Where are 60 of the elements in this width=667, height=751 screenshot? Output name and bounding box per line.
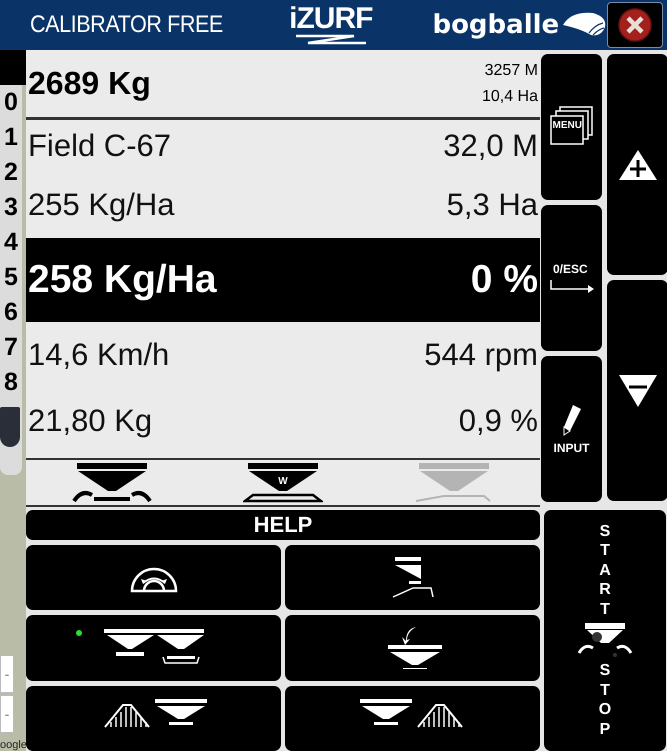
app-title: CALIBRATOR FREE bbox=[30, 11, 224, 39]
brand-text: bogballe bbox=[432, 10, 560, 40]
reading-row[interactable]: 21,80 Kg 0,9 % bbox=[26, 388, 540, 454]
menu-button[interactable]: MENU bbox=[541, 54, 602, 200]
reading-value: 0,9 % bbox=[458, 403, 538, 439]
stacked-pages-icon bbox=[548, 106, 594, 146]
scale-mark: 1 bbox=[3, 122, 19, 153]
reading-value: 21,80 Kg bbox=[28, 403, 152, 439]
scale-cap bbox=[0, 50, 26, 85]
reading-value: 0 % bbox=[470, 258, 538, 302]
close-icon bbox=[618, 8, 652, 42]
function-button[interactable] bbox=[26, 686, 281, 751]
distance-value: 3257 M bbox=[484, 62, 538, 80]
reading-value: 544 rpm bbox=[424, 337, 538, 373]
hopper-icon bbox=[390, 556, 434, 599]
minus-triangle-icon bbox=[618, 374, 656, 406]
decrease-button[interactable] bbox=[607, 280, 667, 501]
reading-value: 32,0 M bbox=[443, 128, 538, 164]
scale-mark: 6 bbox=[3, 297, 19, 328]
reading-row[interactable]: 14,6 Km/h 544 rpm bbox=[26, 322, 540, 388]
scale-mark: 0 bbox=[3, 87, 19, 118]
spreader-icon bbox=[577, 623, 633, 658]
scale-mark: 7 bbox=[3, 332, 19, 363]
total-weight: 2689 Kg bbox=[28, 65, 151, 102]
scale-mark: 5 bbox=[3, 262, 19, 293]
spreader-icon[interactable] bbox=[72, 462, 152, 502]
z-mark-icon bbox=[294, 34, 368, 46]
logo-text: iZURF bbox=[289, 4, 372, 34]
reading-row[interactable]: Field C-67 32,0 M bbox=[26, 120, 540, 172]
pencil-icon bbox=[560, 403, 582, 437]
function-button[interactable] bbox=[285, 545, 540, 610]
scale-handle[interactable] bbox=[0, 407, 20, 447]
reading-value: 258 Kg/Ha bbox=[28, 258, 217, 302]
reading-value: Field C-67 bbox=[28, 128, 171, 164]
escape-button[interactable]: 0/ESC bbox=[541, 205, 602, 351]
function-button[interactable] bbox=[26, 615, 281, 681]
area-value: 10,4 Ha bbox=[482, 88, 538, 106]
increase-button[interactable] bbox=[607, 54, 667, 275]
scale-mark: 4 bbox=[3, 227, 19, 258]
reading-value: 14,6 Km/h bbox=[28, 337, 170, 373]
input-button[interactable]: INPUT bbox=[541, 356, 602, 502]
map-attribution: oogle bbox=[0, 739, 27, 751]
arrow-icon bbox=[550, 280, 594, 294]
function-button[interactable] bbox=[285, 686, 540, 751]
zoom-button[interactable]: - bbox=[0, 655, 14, 693]
close-button[interactable] bbox=[607, 2, 663, 48]
reading-row[interactable]: 255 Kg/Ha 5,3 Ha bbox=[26, 172, 540, 238]
plus-triangle-icon bbox=[618, 150, 656, 180]
reading-value: 255 Kg/Ha bbox=[28, 187, 174, 223]
function-button[interactable] bbox=[26, 545, 281, 610]
reading-value: 5,3 Ha bbox=[446, 187, 538, 223]
help-button[interactable]: HELP bbox=[26, 510, 540, 540]
scale-mark: 3 bbox=[3, 192, 19, 223]
function-button[interactable] bbox=[285, 615, 540, 681]
weighing-label: W bbox=[278, 476, 288, 486]
zoom-button[interactable]: - bbox=[0, 695, 14, 733]
start-stop-button[interactable]: START STOP bbox=[544, 510, 666, 751]
scale-mark: 8 bbox=[3, 367, 19, 398]
scale-mark: 2 bbox=[3, 157, 19, 188]
highlighted-row[interactable]: 258 Kg/Ha 0 % bbox=[26, 238, 540, 322]
